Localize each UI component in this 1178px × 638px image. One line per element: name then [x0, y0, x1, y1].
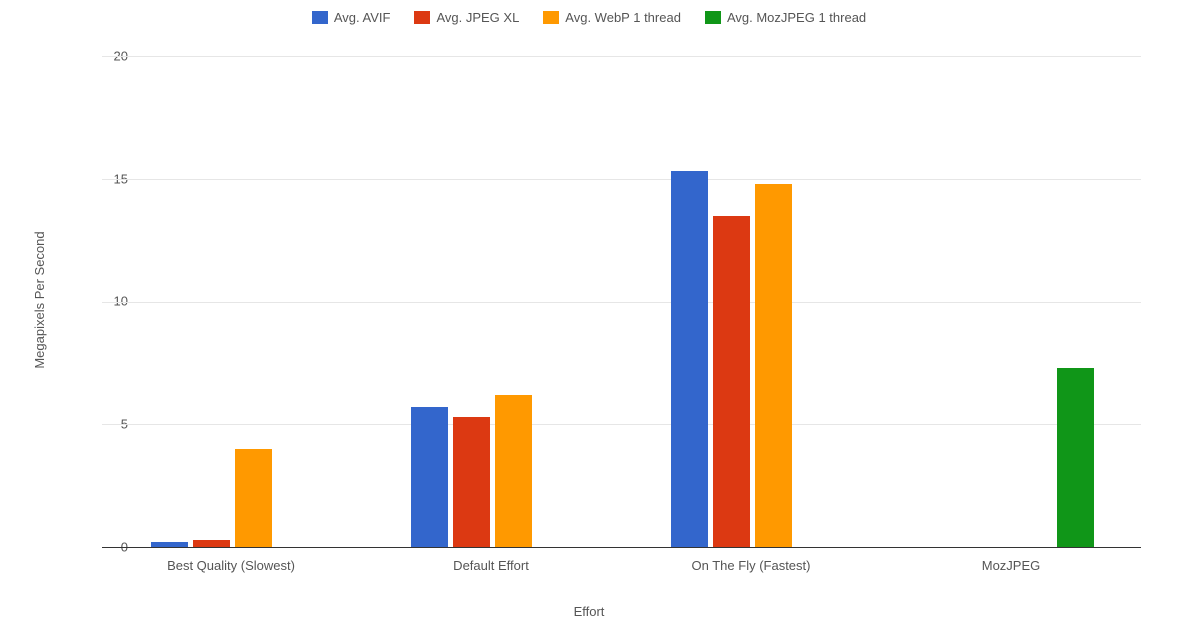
legend-item-avif[interactable]: Avg. AVIF — [312, 10, 391, 25]
bar[interactable] — [453, 417, 490, 547]
plot-area — [101, 56, 1141, 547]
bar[interactable] — [671, 171, 708, 547]
legend-label: Avg. MozJPEG 1 thread — [727, 10, 866, 25]
chart-container: Avg. AVIF Avg. JPEG XL Avg. WebP 1 threa… — [0, 0, 1178, 638]
legend-item-jpegxl[interactable]: Avg. JPEG XL — [414, 10, 519, 25]
legend: Avg. AVIF Avg. JPEG XL Avg. WebP 1 threa… — [0, 10, 1178, 25]
gridline — [102, 424, 1141, 425]
legend-swatch — [543, 11, 559, 24]
legend-item-mozjpeg[interactable]: Avg. MozJPEG 1 thread — [705, 10, 866, 25]
x-tick-label: MozJPEG — [982, 558, 1041, 573]
bar[interactable] — [151, 542, 188, 547]
bar[interactable] — [755, 184, 792, 547]
bar[interactable] — [411, 407, 448, 547]
x-tick-label: On The Fly (Fastest) — [692, 558, 811, 573]
bar[interactable] — [1057, 368, 1094, 547]
x-axis-baseline — [102, 547, 1141, 548]
legend-label: Avg. JPEG XL — [436, 10, 519, 25]
x-tick-label: Best Quality (Slowest) — [167, 558, 295, 573]
bar[interactable] — [713, 216, 750, 547]
gridline — [102, 302, 1141, 303]
bar[interactable] — [193, 540, 230, 547]
x-axis-label: Effort — [0, 604, 1178, 619]
legend-label: Avg. AVIF — [334, 10, 391, 25]
legend-swatch — [312, 11, 328, 24]
legend-item-webp[interactable]: Avg. WebP 1 thread — [543, 10, 681, 25]
y-axis-label: Megapixels Per Second — [32, 231, 47, 368]
legend-swatch — [414, 11, 430, 24]
gridline — [102, 179, 1141, 180]
bar[interactable] — [235, 449, 272, 547]
gridline — [102, 56, 1141, 57]
bar[interactable] — [495, 395, 532, 547]
x-tick-label: Default Effort — [453, 558, 529, 573]
legend-swatch — [705, 11, 721, 24]
legend-label: Avg. WebP 1 thread — [565, 10, 681, 25]
